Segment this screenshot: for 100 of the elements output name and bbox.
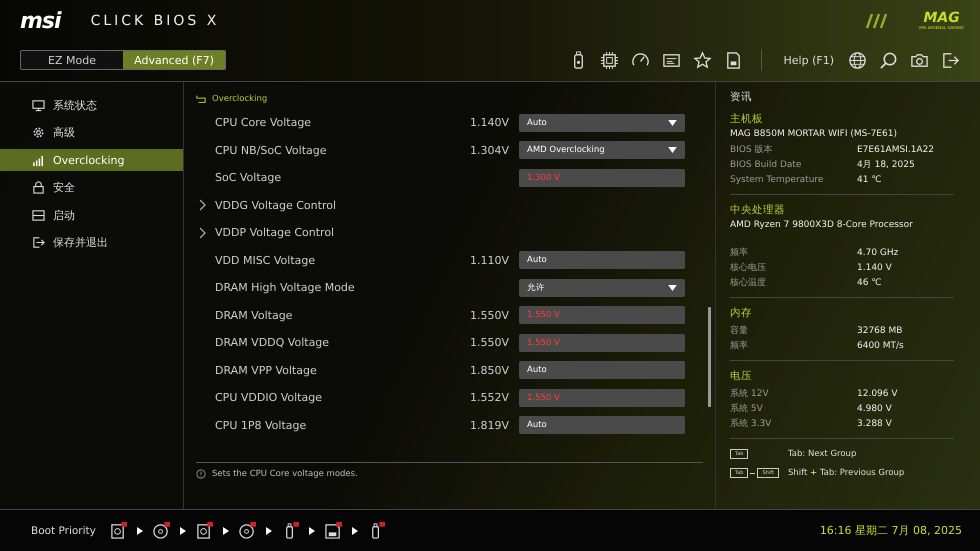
- group-headline: MAG B850M MORTAR WIFI (MS-7E61): [730, 129, 898, 139]
- sidebar-item[interactable]: 启动: [0, 204, 183, 226]
- arrow-icon: [308, 526, 315, 534]
- dropdown-arrow-icon: [668, 284, 677, 291]
- dropdown[interactable]: Auto: [519, 114, 685, 132]
- info-value: 41 ℃: [857, 174, 882, 184]
- drive-icon: [32, 208, 45, 222]
- group-headline: AMD Ryzen 7 9800X3D 8-Core Processor: [730, 220, 914, 230]
- setting-label: CPU NB/SoC Voltage: [215, 144, 328, 157]
- value-field[interactable]: Auto: [519, 361, 685, 380]
- info-value: 46 ℃: [857, 278, 882, 288]
- bar-chart-icon: [32, 154, 45, 166]
- info-label: 核心温度: [730, 276, 767, 289]
- setting-label: DRAM VDDQ Voltage: [215, 336, 330, 350]
- series-logo-text: MAG: [923, 11, 960, 25]
- dropdown[interactable]: AMD Overclocking: [519, 141, 685, 160]
- setting-label: VDD MISC Voltage: [215, 254, 316, 267]
- clock: 16:16 星期二 7月 08, 2025: [820, 523, 962, 538]
- gear-icon: [32, 126, 45, 139]
- hard-drive-icon[interactable]: [110, 522, 127, 539]
- stripes-icon: [865, 13, 890, 29]
- info-value: 4.980 V: [857, 404, 892, 414]
- value-field[interactable]: Auto: [519, 416, 685, 434]
- dropdown[interactable]: 允许: [519, 278, 685, 297]
- info-value: 6400 MT/s: [857, 340, 904, 350]
- arrow-icon: [352, 526, 358, 534]
- help-text: Sets the CPU Core voltage modes.: [212, 469, 358, 479]
- info-label: 频率: [730, 340, 749, 352]
- dropdown-arrow-icon: [668, 120, 677, 126]
- info-label: 系統 3.3V: [730, 418, 772, 430]
- info-label: 容量: [730, 324, 749, 337]
- setting-label: DRAM High Voltage Mode: [215, 281, 356, 294]
- scrollbar-thumb[interactable]: [708, 307, 711, 407]
- info-value: 32768 MB: [857, 326, 902, 336]
- info-label: 核心电压: [730, 262, 767, 274]
- sidebar-item[interactable]: 系统状态: [0, 94, 183, 116]
- sidebar-item[interactable]: 安全: [0, 176, 183, 198]
- info-value: 4.70 GHz: [857, 248, 898, 258]
- setting-label: SoC Voltage: [215, 171, 282, 184]
- product-title: CLICK BIOS X: [90, 13, 220, 29]
- arrow-icon: [222, 526, 229, 534]
- info-label: BIOS 版本: [730, 144, 774, 156]
- current-reading: 1.304V: [468, 144, 509, 157]
- back-icon[interactable]: [196, 94, 206, 104]
- arrow-icon: [136, 526, 143, 534]
- info-value: 3.288 V: [857, 418, 892, 428]
- info-label: 频率: [730, 246, 749, 259]
- mode-tab[interactable]: Advanced (F7): [123, 51, 225, 69]
- setting-label: CPU VDDIO Voltage: [215, 391, 323, 404]
- breadcrumb[interactable]: Overclocking: [212, 94, 268, 104]
- value-field[interactable]: Auto: [519, 251, 685, 270]
- star-icon[interactable]: [692, 50, 712, 70]
- group-title: 中央处理器: [730, 203, 786, 217]
- setting-label: CPU 1P8 Voltage: [215, 418, 308, 432]
- current-reading: 1.819V: [468, 418, 509, 432]
- submenu-item[interactable]: VDDP Voltage Control: [215, 226, 703, 240]
- group-title: 电压: [730, 369, 753, 383]
- info-value: 1.140 V: [857, 262, 892, 272]
- mode-tab[interactable]: EZ Mode: [21, 51, 123, 69]
- disc-icon[interactable]: [152, 522, 170, 539]
- info-label: System Temperature: [730, 174, 824, 184]
- group-title: 内存: [730, 306, 753, 320]
- sidebar-item[interactable]: Overclocking: [0, 149, 183, 171]
- disc-icon[interactable]: [238, 522, 256, 539]
- current-reading: 1.550V: [468, 308, 509, 322]
- setting-label: DRAM VPP Voltage: [215, 364, 318, 377]
- monitor-icon: [32, 98, 45, 112]
- current-reading: 1.550V: [468, 336, 509, 350]
- arrow-icon: [180, 526, 186, 534]
- info-value: 4月 18, 2025: [857, 159, 915, 171]
- search-icon[interactable]: [879, 50, 898, 70]
- current-reading: 1.140V: [468, 116, 509, 130]
- dropdown-arrow-icon: [668, 147, 677, 154]
- info-label: 系統 12V: [730, 388, 770, 400]
- hard-drive-icon[interactable]: [196, 522, 213, 539]
- hint-text: Shift + Tab: Previous Group: [788, 468, 904, 478]
- chevron-icon: [198, 199, 206, 212]
- brand-logo-text: msi: [20, 8, 61, 34]
- hint-text: Tab: Next Group: [788, 449, 856, 459]
- setting-label: CPU Core Voltage: [215, 116, 312, 130]
- globe-icon[interactable]: [848, 50, 867, 70]
- info-label: BIOS Build Date: [730, 160, 802, 170]
- submenu-item[interactable]: VDDG Voltage Control: [215, 198, 703, 212]
- group-title: 主机板: [730, 112, 764, 126]
- current-reading: 1.552V: [468, 391, 509, 404]
- exit-icon: [32, 236, 45, 249]
- boot-priority-label: Boot Priority: [31, 524, 96, 536]
- chip-icon[interactable]: [600, 50, 619, 70]
- sidebar-item[interactable]: 保存并退出: [0, 232, 183, 254]
- info-label: 系統 5V: [730, 402, 764, 415]
- sidebar-item[interactable]: 高级: [0, 122, 183, 144]
- lock-icon: [32, 181, 45, 194]
- info-value: E7E61AMSI.1A22: [857, 144, 934, 154]
- setting-label: DRAM Voltage: [215, 308, 294, 322]
- exit-icon[interactable]: [941, 50, 960, 70]
- arrow-icon: [266, 526, 272, 534]
- help-button[interactable]: Help (F1): [780, 54, 838, 66]
- info-value: 12.096 V: [857, 388, 898, 398]
- info-icon: [196, 469, 206, 479]
- chevron-icon: [198, 226, 206, 239]
